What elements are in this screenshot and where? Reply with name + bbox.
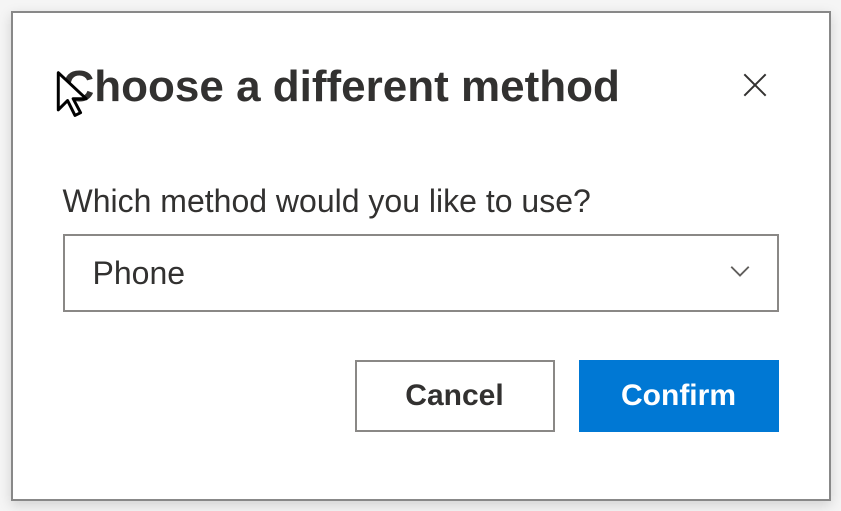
method-select-wrapper: Phone: [63, 234, 779, 312]
dialog-footer: Cancel Confirm: [63, 360, 779, 432]
method-prompt-label: Which method would you like to use?: [63, 183, 779, 220]
cancel-button[interactable]: Cancel: [355, 360, 555, 432]
confirm-button[interactable]: Confirm: [579, 360, 779, 432]
choose-method-dialog: Choose a different method Which method w…: [11, 11, 831, 501]
dialog-header: Choose a different method: [63, 61, 779, 114]
dialog-title: Choose a different method: [63, 61, 620, 114]
method-select[interactable]: Phone: [63, 234, 779, 312]
close-icon: [739, 69, 771, 104]
method-select-value: Phone: [93, 255, 186, 292]
close-button[interactable]: [731, 61, 779, 112]
